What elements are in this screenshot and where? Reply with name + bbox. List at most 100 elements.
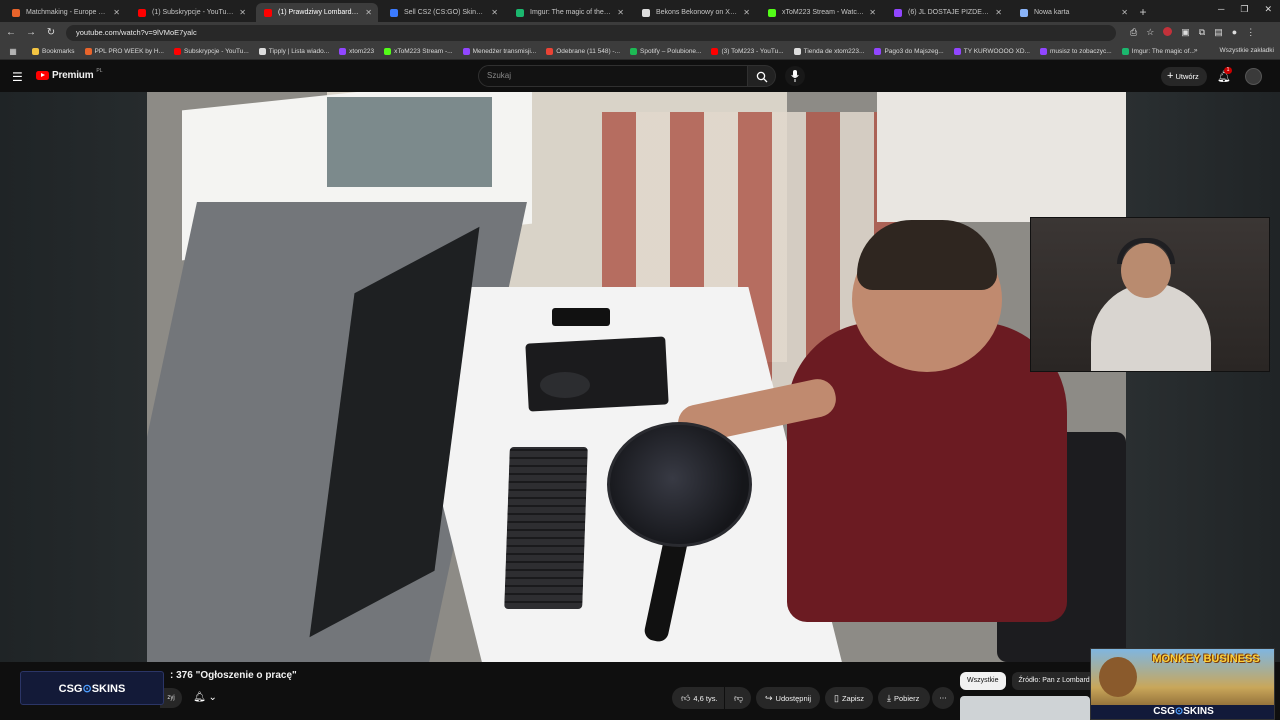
tab-close-icon[interactable]: ✕ — [365, 3, 372, 22]
tab-title: Nowa karta — [1034, 9, 1070, 16]
subscription-bell-button[interactable]: 🔔︎ ⌄ — [187, 688, 223, 708]
bookmark-item[interactable]: (3) ToM223 - YouTu... — [711, 47, 784, 55]
search-button[interactable] — [748, 65, 776, 87]
tab-favicon-icon — [768, 9, 776, 17]
bookmark-item[interactable]: Pago3 do Majszeg... — [874, 47, 944, 55]
bookmark-item[interactable]: PPL PRO WEEK by H... — [84, 47, 164, 55]
extension-icons: ⎙ ☆ ▣ ⧉ ▤ ● ⋮ — [1130, 27, 1255, 38]
browser-tab[interactable]: Imgur: The magic of the Intern ✕ — [508, 3, 630, 22]
all-bookmarks-folder[interactable]: Wszystkie zakładki — [1219, 47, 1274, 54]
browser-tab[interactable]: Matchmaking - Europe 5v5 Qu ✕ — [4, 3, 126, 22]
bookmark-item[interactable]: Menedżer transmisji... — [462, 47, 536, 55]
bookmark-item[interactable]: Odebrane (11 548) -... — [546, 47, 621, 55]
download-icon: ⤓ — [887, 693, 891, 703]
save-button[interactable]: ▯ Zapisz — [825, 687, 873, 709]
banner-skins: SKINS — [91, 683, 126, 695]
video-player[interactable] — [0, 92, 1280, 662]
csgoskins-footer: CSG⊙SKINS — [1091, 705, 1274, 719]
browser-tab[interactable]: Bekons Bekonowy on X: "Karto ✕ — [634, 3, 756, 22]
voice-search-button[interactable] — [785, 66, 805, 86]
chip-source[interactable]: Źródło: Pan z Lombardu — [1011, 672, 1101, 690]
tab-close-icon[interactable]: ✕ — [617, 3, 624, 22]
bookmark-item[interactable]: Bookmarks — [32, 47, 75, 55]
install-app-icon[interactable]: ⎙ — [1130, 27, 1137, 38]
close-window-icon[interactable]: ✕ — [1264, 4, 1272, 15]
bookmark-label: Subskrypcje - YouTu... — [184, 47, 249, 55]
share-button[interactable]: ↪ Udostępnij — [756, 687, 820, 709]
bookmark-item[interactable]: Spotify – Polubione... — [630, 47, 701, 55]
bookmark-label: Odebrane (11 548) -... — [556, 47, 621, 55]
browser-tab[interactable]: xToM223 Stream - Watch Live ✕ — [760, 3, 882, 22]
bookmark-item[interactable]: Subskrypcje - YouTu... — [174, 47, 249, 55]
bookmark-item[interactable]: Tienda de xtom223... — [793, 47, 864, 55]
tab-favicon-icon — [264, 9, 272, 17]
bookmark-item[interactable]: musisz to zobaczyc... — [1039, 47, 1112, 55]
dislike-button[interactable]: 👎︎ — [725, 687, 751, 709]
bookmark-item[interactable]: TY KURWOOOO XD... — [953, 47, 1030, 55]
csgoskins-sponsor-banner: CSG⊙SKINS — [20, 671, 164, 705]
browser-tab[interactable]: (6) JL DOSTAJE PIZDEE - Twitch ✕ — [886, 3, 1008, 22]
video-scene-phone — [552, 308, 610, 326]
more-dots-icon: ⋯ — [939, 693, 947, 702]
like-button[interactable]: 👍︎ 4,6 tys. — [672, 687, 724, 709]
reload-icon[interactable]: ↻ — [42, 27, 60, 38]
more-actions-button[interactable]: ⋯ — [932, 687, 954, 709]
related-video-thumbnail[interactable] — [960, 696, 1090, 720]
share-label: Udostępnij — [775, 694, 811, 703]
back-icon[interactable]: ← — [2, 27, 20, 38]
bookmark-item[interactable]: Imgur: The magic of... — [1121, 47, 1195, 55]
new-tab-button[interactable]: + — [1134, 3, 1152, 22]
account-avatar[interactable] — [1245, 68, 1262, 85]
download-label: Pobierz — [893, 694, 920, 703]
related-filter-chips: Wszystkie Źródło: Pan z Lombardu — [960, 672, 1101, 690]
address-bar[interactable]: youtube.com/watch?v=9lVMoE7yalc — [66, 24, 1116, 41]
restore-icon[interactable]: ❐ — [1240, 4, 1248, 15]
browser-tab[interactable]: (1) Subskrypcje - YouTube ✕ — [130, 3, 252, 22]
download-button[interactable]: ⤓ Pobierz — [878, 687, 930, 709]
video-frame[interactable] — [147, 92, 1126, 662]
monkey-character — [1099, 657, 1137, 697]
profile-icon[interactable]: ● — [1232, 27, 1237, 38]
forward-icon[interactable]: → — [22, 27, 40, 38]
bookmark-favicon-icon — [874, 47, 882, 55]
menu-kebab-icon[interactable]: ⋮ — [1246, 27, 1255, 38]
logo-region: PL — [96, 67, 103, 74]
record-extension-icon[interactable] — [1163, 27, 1173, 36]
watch-metadata: : 376 "Ogłoszenie o pracę" zyj 🔔︎ ⌄ CSG⊙… — [0, 648, 1280, 720]
tab-close-icon[interactable]: ✕ — [1121, 3, 1128, 22]
tab-close-icon[interactable]: ✕ — [491, 3, 498, 22]
tab-close-icon[interactable]: ✕ — [113, 3, 120, 22]
more-bookmarks-button[interactable]: » — [1194, 47, 1198, 54]
tab-close-icon[interactable]: ✕ — [869, 3, 876, 22]
bookmark-item[interactable]: xtom223 — [339, 47, 374, 55]
extensions-puzzle-icon[interactable]: ⧉ — [1199, 27, 1205, 38]
video-scene-shelf — [877, 92, 1126, 222]
bookmark-item[interactable]: Tipply | Lista wiado... — [258, 47, 329, 55]
search-input[interactable]: Szukaj — [478, 65, 748, 87]
youtube-premium-logo[interactable]: Premium PL — [36, 67, 103, 81]
tab-close-icon[interactable]: ✕ — [239, 3, 246, 22]
bookmark-star-icon[interactable]: ☆ — [1146, 27, 1154, 38]
bookmark-favicon-icon — [1121, 47, 1129, 55]
tab-close-icon[interactable]: ✕ — [995, 3, 1002, 22]
tab-close-icon[interactable]: ✕ — [743, 3, 750, 22]
browser-tab[interactable]: Sell CS2 (CS:GO) Skins | Best C ✕ — [382, 3, 504, 22]
browser-tab[interactable]: (1) Prawdziwy Lombard - O ✕ — [256, 3, 378, 22]
bookmark-favicon-icon — [339, 47, 347, 55]
create-button[interactable]: + Utwórz — [1161, 67, 1207, 86]
apps-grid-icon[interactable]: ▦ — [4, 47, 22, 56]
tab-title: Bekons Bekonowy on X: "Karto — [656, 9, 754, 16]
sidebar-icon[interactable]: ▤ — [1214, 27, 1223, 38]
hamburger-menu-icon[interactable]: ☰ — [12, 70, 23, 84]
browser-toolbar: ← → ↻ youtube.com/watch?v=9lVMoE7yalc ⎙ … — [0, 22, 1280, 43]
tab-title: Sell CS2 (CS:GO) Skins | Best C — [404, 9, 504, 16]
headphones-icon — [1117, 238, 1175, 264]
chip-all[interactable]: Wszystkie — [960, 672, 1006, 690]
ambient-right — [1126, 92, 1280, 662]
extension-icon[interactable]: ▣ — [1181, 27, 1190, 38]
minimize-icon[interactable]: ─ — [1218, 4, 1224, 15]
bookmarks-bar: ▦ Bookmarks PPL PRO WEEK by H... Subskrypc… — [0, 43, 1280, 60]
browser-tab[interactable]: Nowa karta ✕ — [1012, 3, 1134, 22]
bookmark-item[interactable]: xToM223 Stream -... — [384, 47, 453, 55]
tab-title: (6) JL DOSTAJE PIZDEE - Twitch — [908, 9, 1008, 16]
